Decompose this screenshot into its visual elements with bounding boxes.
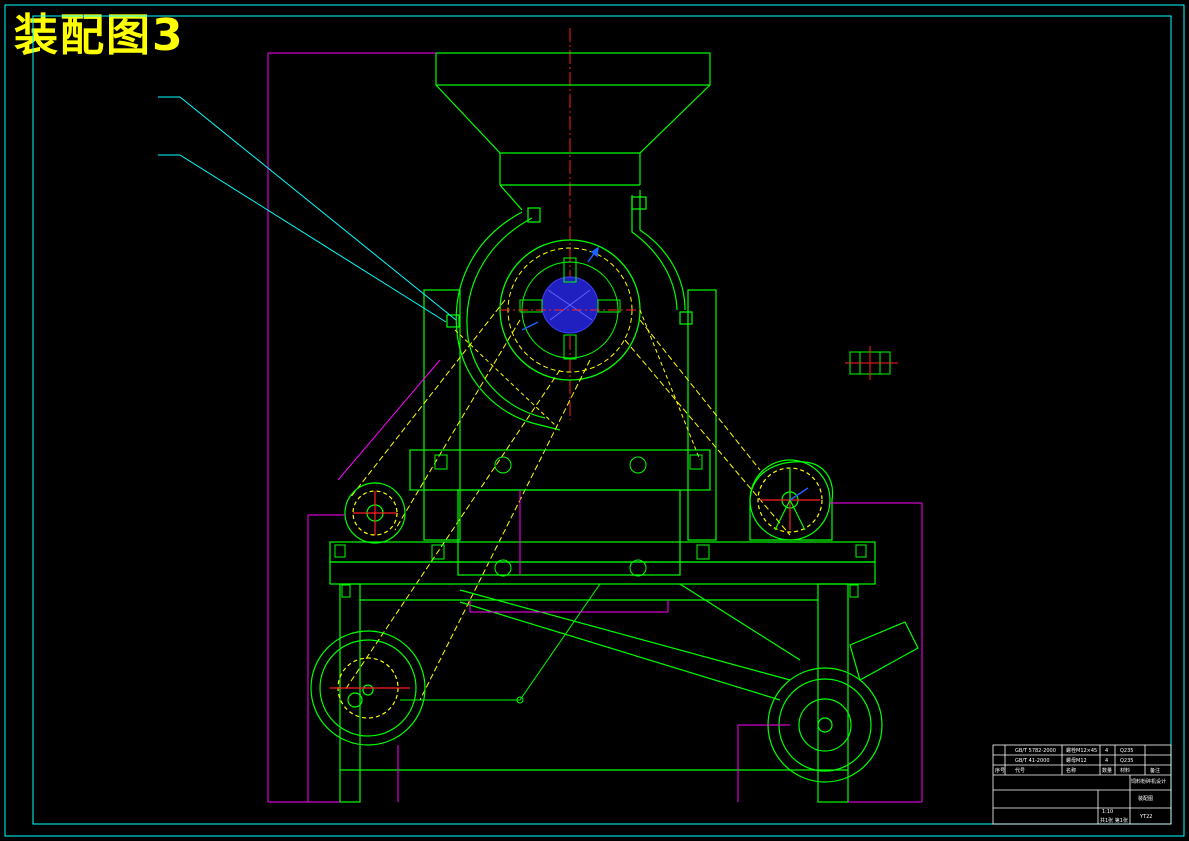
detail-view xyxy=(845,346,898,380)
tb-project-name: 饲料粉碎机设计 xyxy=(1131,778,1166,785)
tb-header-name: 名称 xyxy=(1066,767,1076,774)
outer-frame xyxy=(4,4,1185,837)
tb-header-qty: 数量 xyxy=(1102,767,1112,774)
hopper xyxy=(435,52,711,211)
assembly-drawing: GB/T 5782-2000 螺栓M12×45 4 Q235 GB/T 41-2… xyxy=(4,4,1185,837)
tb-sheet: 共1张 第1张 xyxy=(1100,817,1128,824)
tb-row-1-qty: 4 xyxy=(1105,748,1108,754)
left-wheel xyxy=(310,630,426,746)
belt-drive xyxy=(344,299,791,701)
tb-row-2-code: GB/T 41-2000 xyxy=(1015,758,1050,764)
tb-row-2-qty: 4 xyxy=(1105,758,1108,764)
title-block-text: GB/T 5782-2000 螺栓M12×45 4 Q235 GB/T 41-2… xyxy=(995,747,1166,824)
tb-row-1-code: GB/T 5782-2000 xyxy=(1015,748,1056,754)
tb-header-code: 代号 xyxy=(1015,767,1025,774)
tb-drawing-no: YT22 xyxy=(1139,814,1152,820)
inner-frame xyxy=(32,15,1172,825)
tb-header-index: 序号 xyxy=(995,767,1005,774)
left-pulley xyxy=(344,482,406,544)
bolts xyxy=(334,454,867,598)
tb-row-2-name: 螺母M12 xyxy=(1066,757,1087,764)
dimension-lines xyxy=(267,52,923,803)
tb-row-1-material: Q235 xyxy=(1120,748,1133,754)
tb-header-notes: 备注 xyxy=(1150,767,1160,774)
tb-scale: 1:10 xyxy=(1102,809,1113,815)
leader-lines xyxy=(158,96,457,323)
tb-row-1-name: 螺栓M12×45 xyxy=(1066,747,1097,754)
tb-header-material: 材料 xyxy=(1120,767,1130,774)
tb-row-2-material: Q235 xyxy=(1120,758,1133,764)
tb-drawing-label: 装配图 xyxy=(1138,795,1153,802)
linkage xyxy=(400,583,601,704)
